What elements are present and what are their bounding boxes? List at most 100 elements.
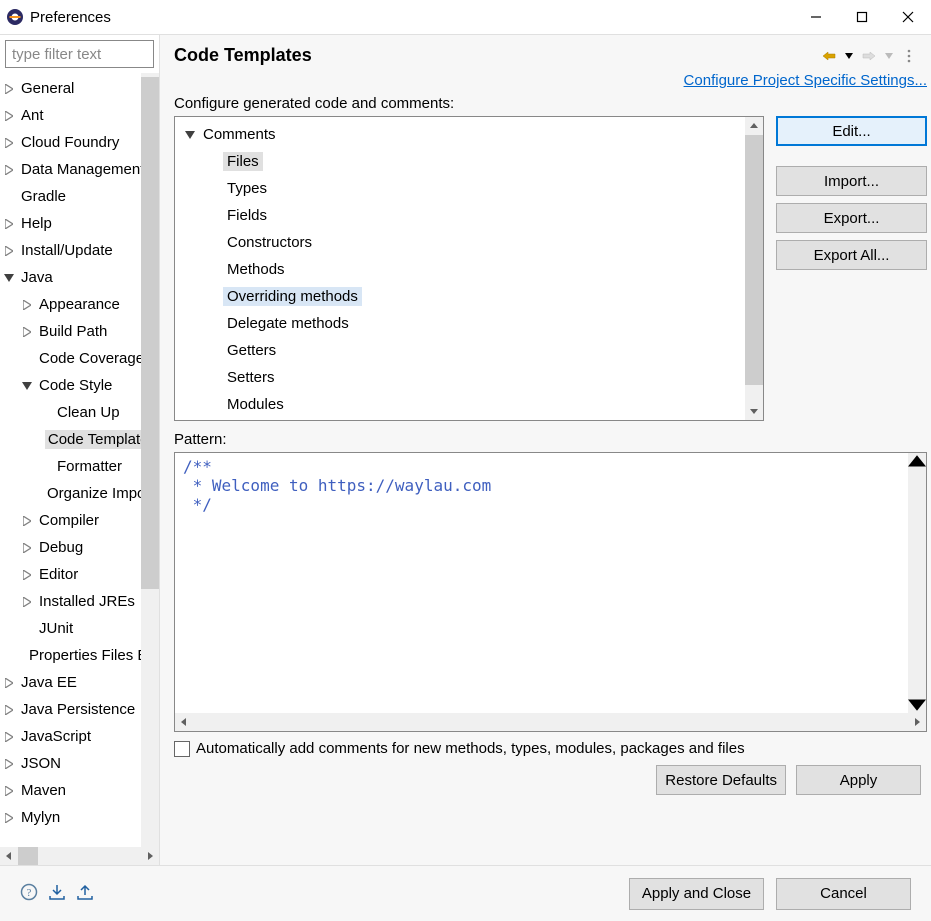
nav-item[interactable]: Organize Imports — [0, 480, 159, 507]
nav-item[interactable]: JSON — [0, 750, 159, 777]
chevron-right-icon[interactable] — [0, 705, 18, 715]
minimize-button[interactable] — [793, 0, 839, 34]
chevron-down-icon[interactable] — [181, 130, 199, 140]
nav-item[interactable]: Cloud Foundry — [0, 129, 159, 156]
nav-item[interactable]: Java Persistence — [0, 696, 159, 723]
chevron-right-icon[interactable] — [0, 165, 18, 175]
restore-defaults-button[interactable]: Restore Defaults — [656, 765, 786, 795]
nav-item[interactable]: Maven — [0, 777, 159, 804]
chevron-right-icon[interactable] — [0, 786, 18, 796]
chevron-right-icon[interactable] — [0, 732, 18, 742]
chevron-right-icon[interactable] — [18, 300, 36, 310]
nav-item[interactable]: Install/Update — [0, 237, 159, 264]
nav-item-label: Java — [18, 268, 56, 287]
menu-icon[interactable] — [901, 49, 917, 63]
nav-item[interactable]: Java EE — [0, 669, 159, 696]
nav-item-label: General — [18, 79, 77, 98]
nav-hscroll[interactable] — [0, 847, 159, 865]
template-item[interactable]: Constructors — [175, 229, 763, 256]
template-item[interactable]: Methods — [175, 256, 763, 283]
nav-item[interactable]: Editor — [0, 561, 159, 588]
nav-item[interactable]: Java — [0, 264, 159, 291]
apply-close-button[interactable]: Apply and Close — [629, 878, 764, 910]
nav-item[interactable]: General — [0, 75, 159, 102]
nav-item-label: Gradle — [18, 187, 69, 206]
template-item[interactable]: Comments — [175, 121, 763, 148]
template-item[interactable]: Overriding methods — [175, 283, 763, 310]
close-button[interactable] — [885, 0, 931, 34]
template-item[interactable]: Setters — [175, 364, 763, 391]
chevron-right-icon[interactable] — [0, 219, 18, 229]
nav-item-label: JavaScript — [18, 727, 94, 746]
edit-button[interactable]: Edit... — [776, 116, 927, 146]
pattern-box[interactable]: /** * Welcome to https://waylau.com */ — [174, 452, 927, 732]
content-pane: Code Templates Configure Project Specifi… — [160, 35, 931, 865]
chevron-right-icon[interactable] — [0, 138, 18, 148]
nav-item[interactable]: JUnit — [0, 615, 159, 642]
nav-item[interactable]: Code Style — [0, 372, 159, 399]
nav-tree[interactable]: General AntCloud FoundryData Management Gr… — [0, 73, 159, 847]
template-item[interactable]: Modules — [175, 391, 763, 418]
chevron-right-icon[interactable] — [18, 327, 36, 337]
import-button[interactable]: Import... — [776, 166, 927, 196]
nav-item[interactable]: Debug — [0, 534, 159, 561]
nav-item[interactable]: Build Path — [0, 318, 159, 345]
toolbar-icons — [821, 49, 917, 63]
import-prefs-icon[interactable] — [48, 883, 66, 905]
template-item[interactable]: Files — [175, 148, 763, 175]
export-prefs-icon[interactable] — [76, 883, 94, 905]
back-icon[interactable] — [821, 51, 837, 61]
chevron-right-icon[interactable] — [0, 759, 18, 769]
chevron-down-icon[interactable] — [18, 381, 36, 391]
forward-dropdown-icon[interactable] — [881, 53, 897, 59]
chevron-right-icon[interactable] — [0, 246, 18, 256]
nav-pane: type filter text General AntCloud Foundry… — [0, 35, 160, 865]
chevron-right-icon[interactable] — [18, 597, 36, 607]
nav-item[interactable]: Ant — [0, 102, 159, 129]
pattern-hscroll[interactable] — [175, 713, 926, 731]
template-tree[interactable]: CommentsFilesTypes Fields ConstructorsMeth… — [174, 116, 764, 421]
chevron-right-icon[interactable] — [18, 570, 36, 580]
nav-item[interactable]: JavaScript — [0, 723, 159, 750]
nav-item[interactable]: Code Coverage — [0, 345, 159, 372]
nav-item[interactable]: Help — [0, 210, 159, 237]
apply-button[interactable]: Apply — [796, 765, 921, 795]
auto-comments-checkbox[interactable] — [174, 741, 190, 757]
export-button[interactable]: Export... — [776, 203, 927, 233]
forward-icon[interactable] — [861, 51, 877, 61]
chevron-right-icon[interactable] — [0, 111, 18, 121]
template-item-label: Fields — [223, 206, 271, 225]
nav-item[interactable]: Gradle — [0, 183, 159, 210]
maximize-button[interactable] — [839, 0, 885, 34]
chevron-right-icon[interactable] — [0, 813, 18, 823]
nav-item[interactable]: Mylyn — [0, 804, 159, 831]
nav-item[interactable]: Appearance — [0, 291, 159, 318]
nav-item[interactable]: Formatter — [0, 453, 159, 480]
back-dropdown-icon[interactable] — [841, 53, 857, 59]
nav-item-label: Java Persistence — [18, 700, 138, 719]
cancel-button[interactable]: Cancel — [776, 878, 911, 910]
export-all-button[interactable]: Export All... — [776, 240, 927, 270]
nav-item[interactable]: Compiler — [0, 507, 159, 534]
chevron-right-icon[interactable] — [18, 543, 36, 553]
template-item[interactable]: Types — [175, 175, 763, 202]
nav-item-label: Appearance — [36, 295, 123, 314]
nav-item[interactable]: Installed JREs — [0, 588, 159, 615]
filter-input[interactable]: type filter text — [5, 40, 154, 68]
template-item[interactable]: Getters — [175, 337, 763, 364]
template-vscroll[interactable] — [745, 117, 763, 420]
nav-item[interactable]: Code Templates — [0, 426, 159, 453]
nav-item[interactable]: Properties Files Editor — [0, 642, 159, 669]
project-settings-link[interactable]: Configure Project Specific Settings... — [684, 72, 927, 89]
template-item[interactable]: Delegate methods — [175, 310, 763, 337]
chevron-right-icon[interactable] — [18, 516, 36, 526]
help-icon[interactable]: ? — [20, 883, 38, 905]
nav-vscroll[interactable] — [141, 73, 159, 847]
nav-item[interactable]: Clean Up — [0, 399, 159, 426]
nav-item[interactable]: Data Management — [0, 156, 159, 183]
chevron-down-icon[interactable] — [0, 273, 18, 283]
chevron-right-icon[interactable] — [0, 84, 18, 94]
chevron-right-icon[interactable] — [0, 678, 18, 688]
template-item[interactable]: Fields — [175, 202, 763, 229]
pattern-vscroll[interactable] — [908, 453, 926, 713]
